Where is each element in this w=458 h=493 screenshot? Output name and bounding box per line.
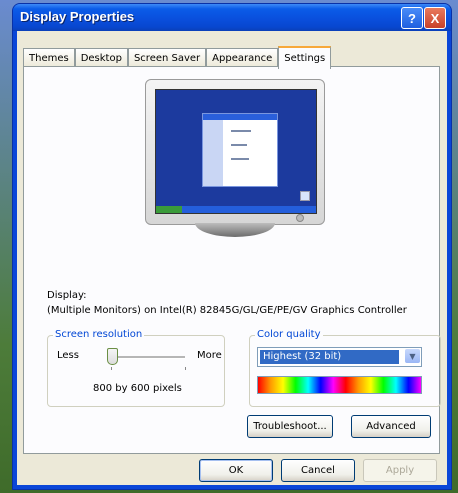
power-indicator-icon [296, 214, 304, 222]
screen-resolution-label: Screen resolution [53, 329, 145, 340]
resolution-value-text: 800 by 600 pixels [93, 383, 182, 394]
dialog-client-area: Themes Desktop Screen Saver Appearance S… [17, 31, 447, 485]
more-label: More [197, 350, 222, 361]
title-bar[interactable]: Display Properties ? X [13, 4, 451, 31]
chevron-down-icon[interactable]: ▼ [405, 349, 420, 363]
tab-themes[interactable]: Themes [23, 48, 75, 67]
slider-tick [111, 367, 112, 370]
screen-resolution-group [47, 335, 225, 407]
tab-settings[interactable]: Settings [278, 46, 332, 69]
color-quality-dropdown[interactable]: Highest (32 bit) ▼ [257, 347, 422, 367]
less-label: Less [57, 350, 79, 361]
preview-window-sidebar [203, 120, 223, 186]
window-title: Display Properties [20, 9, 135, 24]
monitor-screen [155, 89, 317, 214]
tab-screen-saver[interactable]: Screen Saver [127, 48, 207, 67]
close-button[interactable]: X [424, 7, 446, 29]
color-quality-selected: Highest (32 bit) [260, 350, 399, 364]
display-label: Display: [47, 290, 87, 301]
color-quality-group [249, 335, 441, 407]
ok-button[interactable]: OK [199, 459, 273, 482]
apply-button[interactable]: Apply [363, 459, 437, 482]
display-adapter-text: (Multiple Monitors) on Intel(R) 82845G/G… [47, 305, 407, 316]
preview-start-button [156, 206, 182, 213]
help-button[interactable]: ? [401, 7, 423, 29]
tab-desktop[interactable]: Desktop [74, 48, 128, 67]
display-properties-window: Display Properties ? X Themes Desktop Sc… [13, 4, 451, 489]
color-quality-label: Color quality [255, 329, 323, 340]
resolution-slider-thumb[interactable] [107, 348, 118, 365]
preview-line [231, 130, 251, 132]
resolution-slider-track[interactable] [107, 356, 185, 359]
advanced-button[interactable]: Advanced [351, 415, 431, 438]
preview-line [231, 158, 249, 160]
tab-strip: Themes Desktop Screen Saver Appearance S… [23, 46, 332, 69]
color-spectrum-bar [257, 376, 422, 394]
monitor-preview[interactable] [145, 79, 325, 225]
tab-appearance[interactable]: Appearance [206, 48, 279, 67]
slider-tick [185, 367, 186, 370]
preview-line [231, 144, 247, 146]
troubleshoot-button[interactable]: Troubleshoot... [247, 415, 333, 438]
cancel-button[interactable]: Cancel [281, 459, 355, 482]
preview-window [202, 113, 278, 187]
preview-desktop-icon [300, 191, 310, 201]
